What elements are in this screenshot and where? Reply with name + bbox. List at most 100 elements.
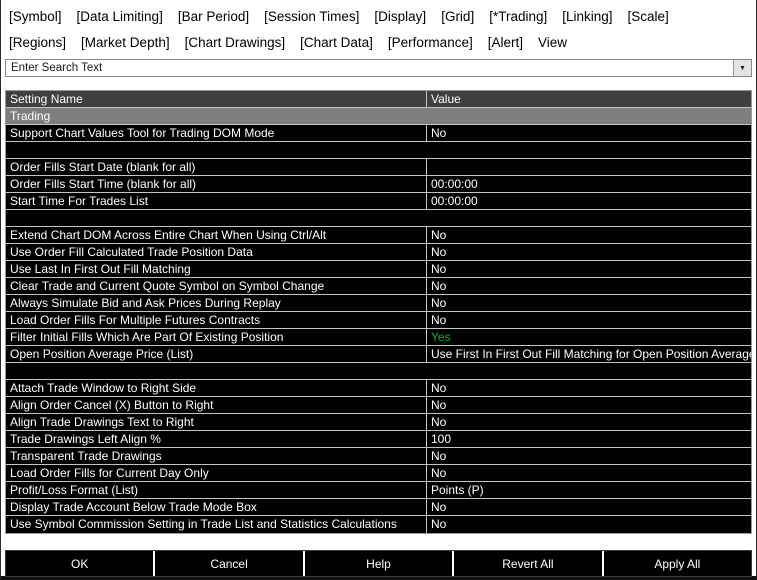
setting-row: Load Order Fills For Multiple Futures Co… xyxy=(6,312,751,329)
setting-value[interactable]: No xyxy=(427,516,751,533)
setting-value[interactable]: No xyxy=(427,244,751,260)
setting-value[interactable]: 00:00:00 xyxy=(427,193,751,209)
setting-row: Extend Chart DOM Across Entire Chart Whe… xyxy=(6,227,751,244)
menu-tab-chart-data[interactable]: [Chart Data] xyxy=(300,30,373,56)
setting-value[interactable]: No xyxy=(427,448,751,464)
menu-tab-symbol[interactable]: [Symbol] xyxy=(9,4,62,30)
setting-row: Trade Drawings Left Align % 100 xyxy=(6,431,751,448)
setting-name: Order Fills Start Date (blank for all) xyxy=(6,159,427,175)
setting-name: Start Time For Trades List xyxy=(6,193,427,209)
apply-all-button[interactable]: Apply All xyxy=(603,551,752,576)
menu-tab-session-times[interactable]: [Session Times] xyxy=(264,4,359,30)
setting-name: Use Order Fill Calculated Trade Position… xyxy=(6,244,427,260)
setting-name: Align Trade Drawings Text to Right xyxy=(6,414,427,430)
setting-name: Extend Chart DOM Across Entire Chart Whe… xyxy=(6,227,427,243)
ok-button[interactable]: OK xyxy=(6,551,154,576)
setting-row: Load Order Fills for Current Day Only No xyxy=(6,465,751,482)
section-title: Trading xyxy=(10,109,51,123)
setting-name: Order Fills Start Time (blank for all) xyxy=(6,176,427,192)
setting-row: Align Order Cancel (X) Button to Right No xyxy=(6,397,751,414)
setting-name: Use Symbol Commission Setting in Trade L… xyxy=(6,516,427,533)
menu-tab-bar-period[interactable]: [Bar Period] xyxy=(178,4,249,30)
menu-tab-chart-drawings[interactable]: [Chart Drawings] xyxy=(185,30,286,56)
setting-value[interactable]: 100 xyxy=(427,431,751,447)
menu-tab-performance[interactable]: [Performance] xyxy=(388,30,473,56)
setting-value[interactable]: No xyxy=(427,397,751,413)
setting-value[interactable]: No xyxy=(427,278,751,294)
menu-tab-regions[interactable]: [Regions] xyxy=(9,30,66,56)
dialog-button-bar: OK Cancel Help Revert All Apply All xyxy=(5,550,752,577)
spacer-row xyxy=(6,210,751,227)
setting-value[interactable]: No xyxy=(427,261,751,277)
setting-row: Open Position Average Price (List) Use Fi… xyxy=(6,346,751,363)
menu-row-1: [Symbol] [Data Limiting] [Bar Period] [Sess… xyxy=(9,4,748,30)
setting-row: Order Fills Start Date (blank for all) xyxy=(6,159,751,176)
search-input[interactable] xyxy=(6,60,733,76)
setting-row: Clear Trade and Current Quote Symbol on … xyxy=(6,278,751,295)
revert-all-button[interactable]: Revert All xyxy=(454,551,602,576)
setting-row: Transparent Trade Drawings No xyxy=(6,448,751,465)
setting-name: Filter Initial Fills Which Are Part Of E… xyxy=(6,329,427,345)
setting-row: Use Order Fill Calculated Trade Position… xyxy=(6,244,751,261)
setting-row: Use Symbol Commission Setting in Trade L… xyxy=(6,516,751,533)
setting-value[interactable]: No xyxy=(427,312,751,328)
setting-row: Support Chart Values Tool for Trading DO… xyxy=(6,125,751,142)
setting-name: Trade Drawings Left Align % xyxy=(6,431,427,447)
menu-tab-scale[interactable]: [Scale] xyxy=(628,4,669,30)
setting-value[interactable]: No xyxy=(427,414,751,430)
search-box: ▼ xyxy=(5,59,752,77)
settings-table-body: Trading Support Chart Values Tool for Tra… xyxy=(6,108,751,533)
setting-name: Load Order Fills For Multiple Futures Co… xyxy=(6,312,427,328)
search-dropdown-button[interactable]: ▼ xyxy=(733,60,751,76)
setting-name: Open Position Average Price (List) xyxy=(6,346,427,362)
setting-row: Filter Initial Fills Which Are Part Of E… xyxy=(6,329,751,346)
setting-row: Display Trade Account Below Trade Mode B… xyxy=(6,499,751,516)
setting-value[interactable]: No xyxy=(427,380,751,396)
setting-row: Use Last In First Out Fill Matching No xyxy=(6,261,751,278)
setting-value[interactable]: Use First In First Out Fill Matching for… xyxy=(427,346,751,362)
help-button[interactable]: Help xyxy=(304,551,453,576)
setting-name: Align Order Cancel (X) Button to Right xyxy=(6,397,427,413)
spacer-row xyxy=(6,363,751,380)
section-header-row[interactable]: Trading xyxy=(6,108,751,125)
column-header-setting-name: Setting Name xyxy=(6,91,427,107)
setting-name: Transparent Trade Drawings xyxy=(6,448,427,464)
setting-value[interactable]: 00:00:00 xyxy=(427,176,751,192)
setting-row: Attach Trade Window to Right Side No xyxy=(6,380,751,397)
setting-value[interactable]: Points (P) xyxy=(427,482,751,498)
menu-tab-market-depth[interactable]: [Market Depth] xyxy=(81,30,170,56)
menu-tab-data-limiting[interactable]: [Data Limiting] xyxy=(77,4,163,30)
setting-row: Always Simulate Bid and Ask Prices Durin… xyxy=(6,295,751,312)
setting-value[interactable]: Yes xyxy=(427,329,751,345)
menu-tab-view[interactable]: View xyxy=(538,30,567,56)
setting-value[interactable]: No xyxy=(427,227,751,243)
cancel-button[interactable]: Cancel xyxy=(155,551,303,576)
spacer-row xyxy=(6,142,751,159)
setting-name: Support Chart Values Tool for Trading DO… xyxy=(6,125,427,141)
column-header-value: Value xyxy=(431,92,461,106)
setting-name: Attach Trade Window to Right Side xyxy=(6,380,427,396)
menu-tab-display[interactable]: [Display] xyxy=(374,4,426,30)
setting-row: Order Fills Start Time (blank for all) 00… xyxy=(6,176,751,193)
setting-value[interactable]: No xyxy=(427,295,751,311)
setting-name: Display Trade Account Below Trade Mode B… xyxy=(6,499,427,515)
setting-row: Start Time For Trades List 00:00:00 xyxy=(6,193,751,210)
setting-value[interactable] xyxy=(427,159,751,175)
menu-tab-linking[interactable]: [Linking] xyxy=(562,4,612,30)
setting-row: Align Trade Drawings Text to Right No xyxy=(6,414,751,431)
chevron-down-icon: ▼ xyxy=(739,64,746,72)
setting-name: Use Last In First Out Fill Matching xyxy=(6,261,427,277)
chart-settings-window: [Symbol] [Data Limiting] [Bar Period] [Sess… xyxy=(0,0,757,580)
setting-value[interactable]: No xyxy=(427,125,751,141)
setting-value[interactable]: No xyxy=(427,465,751,481)
menu-tab-trading[interactable]: [*Trading] xyxy=(489,4,547,30)
table-header-row: Setting Name Value xyxy=(6,91,751,108)
menu-tab-grid[interactable]: [Grid] xyxy=(441,4,474,30)
setting-name: Load Order Fills for Current Day Only xyxy=(6,465,427,481)
setting-name: Clear Trade and Current Quote Symbol on … xyxy=(6,278,427,294)
setting-value[interactable]: No xyxy=(427,499,751,515)
menu-row-2: [Regions] [Market Depth] [Chart Drawings] [… xyxy=(9,30,748,56)
menu-tab-alert[interactable]: [Alert] xyxy=(488,30,523,56)
setting-name: Always Simulate Bid and Ask Prices Durin… xyxy=(6,295,427,311)
setting-row: Profit/Loss Format (List) Points (P) xyxy=(6,482,751,499)
